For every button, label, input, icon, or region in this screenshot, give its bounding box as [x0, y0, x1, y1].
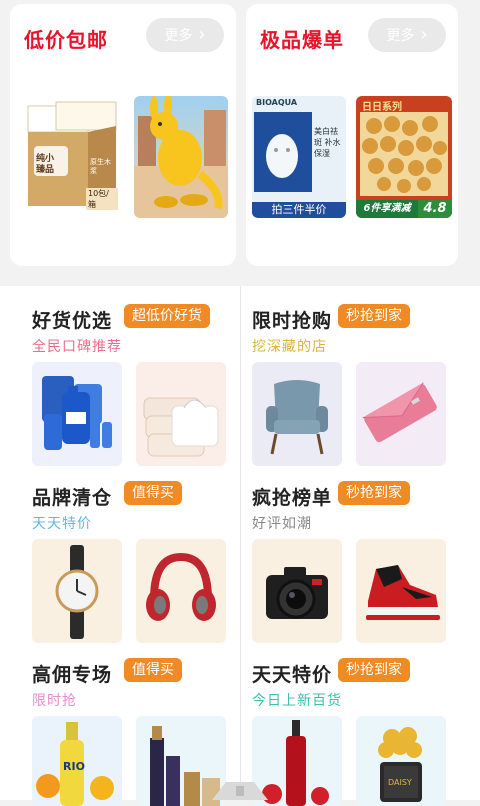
cookie-price-text: 4.8	[418, 200, 452, 218]
camera-product-image[interactable]	[252, 539, 342, 643]
more-button-right[interactable]: 更多 ›	[368, 18, 446, 52]
watch-product-image[interactable]	[32, 539, 122, 643]
tissue-count-text: 10包/箱	[86, 188, 118, 210]
mask-desc-text: 美白祛斑 补水保湿	[314, 127, 341, 158]
cookie-promo-text: 6件享满减	[356, 200, 418, 218]
more-label: 更多	[386, 28, 415, 44]
cell-subtitle: 天天特价	[32, 516, 92, 532]
low-price-title: 低价包邮	[24, 28, 108, 52]
tissue-side-text: 原生木浆	[90, 158, 111, 175]
category-cell-daily-deals[interactable]: 天天特价 秒抢到家 今日上新百货 DAISY	[240, 640, 472, 806]
rio-drink-product-image[interactable]: RIO	[32, 716, 122, 806]
cell-badge: 值得买	[124, 481, 182, 505]
more-label: 更多	[164, 28, 193, 44]
cell-title: 限时抢购	[252, 310, 333, 332]
category-cell-high-commission[interactable]: 高佣专场 值得买 限时抢 RIO	[0, 640, 232, 806]
chevron-right-icon: ›	[198, 24, 206, 45]
low-price-free-shipping-card[interactable]: 低价包邮 更多 › 纯小 臻品 原生木浆 10包/箱	[10, 4, 236, 266]
cell-title: 疯抢榜单	[252, 487, 333, 509]
wet-wipes-product-image[interactable]	[136, 362, 226, 466]
premium-best-seller-card[interactable]: 极品爆单 更多 › BIOAQUA 美白祛斑 补水保湿 拍三件半价 日日系列 6…	[246, 4, 458, 266]
cell-badge: 秒抢到家	[338, 658, 410, 682]
cell-title: 高佣专场	[32, 664, 113, 686]
cell-subtitle: 挖深藏的店	[252, 339, 327, 355]
tissue-box-product[interactable]: 纯小 臻品 原生木浆 10包/箱	[26, 96, 118, 218]
detergent-product-image[interactable]	[32, 362, 122, 466]
cell-title: 品牌清仓	[32, 487, 113, 509]
mask-promo-text: 拍三件半价	[252, 202, 346, 218]
scroll-top-handle[interactable]	[212, 780, 268, 800]
cell-badge: 秒抢到家	[338, 304, 410, 328]
perfume-product-image[interactable]: DAISY	[356, 716, 446, 806]
cell-badge: 超低价好货	[124, 304, 210, 328]
more-button-left[interactable]: 更多 ›	[146, 18, 224, 52]
category-cell-hot-ranking[interactable]: 疯抢榜单 秒抢到家 好评如潮	[240, 463, 472, 643]
category-cell-flash-sale[interactable]: 限时抢购 秒抢到家 挖深藏的店	[240, 286, 472, 466]
cell-badge: 值得买	[124, 658, 182, 682]
rio-brand-text: RIO	[63, 760, 85, 773]
cell-title: 好货优选	[32, 310, 113, 332]
cell-subtitle: 今日上新百货	[252, 693, 342, 709]
pink-wallet-product-image[interactable]	[356, 362, 446, 466]
chevron-right-icon: ›	[420, 24, 428, 45]
cell-subtitle: 好评如潮	[252, 516, 312, 532]
facial-mask-product[interactable]: BIOAQUA 美白祛斑 补水保湿 拍三件半价	[252, 96, 346, 218]
sneaker-product-image[interactable]	[356, 539, 446, 643]
perfume-brand-text: DAISY	[388, 778, 412, 787]
armchair-product-image[interactable]	[252, 362, 342, 466]
category-cell-good-picks[interactable]: 好货优选 超低价好货 全民口碑推荐	[0, 286, 232, 466]
cookie-snack-product[interactable]: 日日系列 6件享满减 4.8	[356, 96, 452, 218]
cell-subtitle: 全民口碑推荐	[32, 339, 122, 355]
tissue-brand-text: 纯小 臻品	[36, 154, 55, 175]
category-cell-brand-clearance[interactable]: 品牌清仓 值得买 天天特价	[0, 463, 232, 643]
cell-title: 天天特价	[252, 664, 333, 686]
headphones-product-image[interactable]	[136, 539, 226, 643]
premium-title: 极品爆单	[260, 28, 344, 52]
cell-subtitle: 限时抢	[32, 693, 77, 709]
kangaroo-toy-product[interactable]	[134, 96, 228, 218]
cell-badge: 秒抢到家	[338, 481, 410, 505]
